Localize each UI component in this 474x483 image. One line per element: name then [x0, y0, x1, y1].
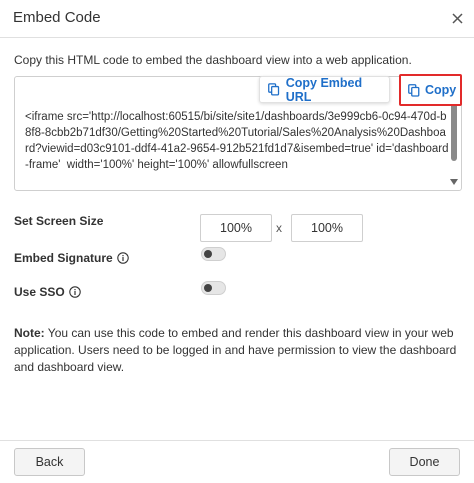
note-body: You can use this code to embed and rende…	[14, 326, 457, 374]
note-prefix: Note:	[14, 326, 45, 340]
embed-signature-toggle[interactable]	[201, 247, 226, 261]
copy-icon	[408, 83, 420, 97]
dialog-description: Copy this HTML code to embed the dashboa…	[14, 53, 412, 67]
dialog-header: Embed Code	[0, 0, 474, 38]
toggle-knob	[204, 250, 212, 258]
info-icon[interactable]	[68, 286, 81, 298]
use-sso-toggle[interactable]	[201, 281, 226, 295]
scroll-down-arrow-icon[interactable]	[450, 179, 458, 185]
info-icon[interactable]	[116, 252, 129, 264]
toggle-knob	[204, 284, 212, 292]
use-sso-label: Use SSO	[14, 285, 81, 299]
scrollbar-thumb[interactable]	[451, 103, 457, 161]
close-icon	[451, 12, 463, 24]
note-text: Note: You can use this code to embed and…	[14, 325, 460, 376]
code-scrollbar[interactable]	[449, 103, 459, 189]
dimension-separator: x	[276, 221, 282, 235]
copy-button[interactable]: Copy	[399, 74, 462, 106]
embed-code-text: <iframe src='http://localhost:60515/bi/s…	[25, 111, 449, 171]
embed-code-dialog: Embed Code Copy this HTML code to embed …	[0, 0, 474, 483]
embed-signature-label: Embed Signature	[14, 251, 129, 265]
close-button[interactable]	[448, 9, 466, 27]
dialog-title: Embed Code	[13, 9, 101, 26]
embed-signature-label-text: Embed Signature	[14, 251, 113, 265]
use-sso-label-text: Use SSO	[14, 285, 65, 299]
screen-height-input[interactable]	[291, 214, 363, 242]
screen-size-label: Set Screen Size	[14, 214, 103, 228]
embed-code-textarea[interactable]: <iframe src='http://localhost:60515/bi/s…	[14, 76, 462, 191]
copy-embed-url-button[interactable]: Copy Embed URL	[259, 75, 390, 104]
back-button[interactable]: Back	[14, 448, 85, 476]
copy-label: Copy	[425, 83, 457, 97]
done-button[interactable]: Done	[389, 448, 460, 476]
copy-embed-url-label: Copy Embed URL	[285, 75, 363, 104]
screen-size-label-text: Set Screen Size	[14, 214, 104, 228]
copy-icon	[268, 83, 280, 96]
screen-width-input[interactable]	[200, 214, 272, 242]
